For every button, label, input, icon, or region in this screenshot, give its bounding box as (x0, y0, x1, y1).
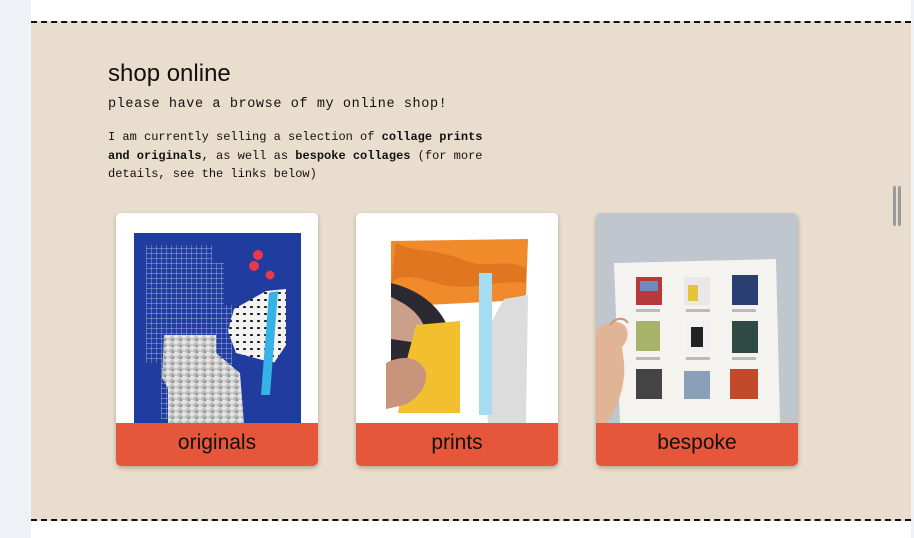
section-title: shop online (108, 60, 231, 87)
prints-collage-image (356, 213, 558, 423)
card-prints[interactable]: prints (356, 213, 558, 466)
card-label-bespoke: bespoke (596, 423, 798, 466)
bespoke-collage-image (596, 213, 798, 423)
section-subtitle: please have a browse of my online shop! (108, 97, 448, 112)
card-bespoke[interactable]: bespoke (596, 213, 798, 466)
page: shop online please have a browse of my o… (31, 0, 911, 538)
scrollbar-handle[interactable] (893, 186, 903, 226)
shop-section: shop online please have a browse of my o… (31, 21, 911, 521)
card-label-prints: prints (356, 423, 558, 466)
desc-text-2: , as well as (201, 148, 296, 163)
section-description: I am currently selling a selection of co… (108, 128, 498, 184)
desc-bold-bespoke: bespoke collages (295, 148, 411, 163)
card-originals[interactable]: originals (116, 213, 318, 466)
desc-text-1: I am currently selling a selection of (108, 130, 382, 144)
scrollbar-grip-line (893, 186, 896, 226)
originals-collage-image (116, 213, 318, 423)
card-label-originals: originals (116, 423, 318, 466)
scrollbar-grip-line (898, 186, 901, 226)
